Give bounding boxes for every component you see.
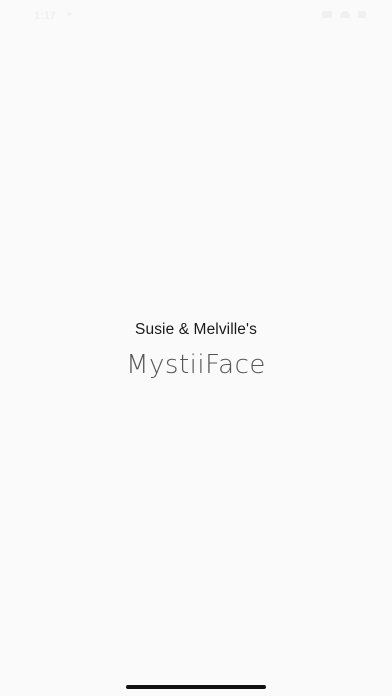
- cellular-signal-icon: [322, 11, 332, 18]
- battery-icon: [358, 11, 366, 18]
- wifi-icon: [340, 11, 350, 18]
- splash-screen: 1:17 ➤ Susie & Melville's MystiiFace: [0, 0, 392, 696]
- status-time: 1:17: [34, 10, 57, 22]
- brand-subtitle: Susie & Melville's: [135, 321, 257, 338]
- home-indicator[interactable]: [126, 685, 266, 689]
- status-bar: 1:17 ➤: [0, 0, 392, 34]
- location-arrow-icon: ➤: [66, 10, 74, 20]
- brand-title: MystiiFace: [126, 350, 266, 380]
- status-indicators: [322, 11, 366, 18]
